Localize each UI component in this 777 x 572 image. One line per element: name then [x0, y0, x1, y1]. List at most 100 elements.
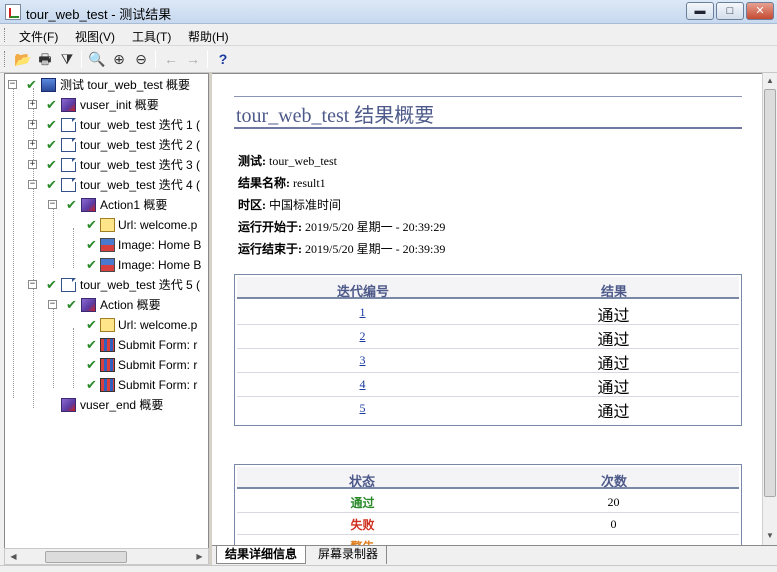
image-icon — [100, 238, 115, 252]
check-icon: ✔ — [86, 377, 97, 392]
iteration-link[interactable]: 4 — [237, 377, 488, 392]
scroll-left-icon[interactable]: ◀ — [6, 550, 21, 564]
iteration-icon — [61, 278, 76, 292]
tree-node[interactable]: ✔ Url: welcome.p — [68, 216, 208, 234]
iteration-link[interactable]: 2 — [237, 329, 488, 344]
info-value: 2019/5/20 星期一 - 20:39:39 — [305, 242, 446, 256]
tree-node[interactable]: − ✔ Action1 概要 — [48, 196, 208, 214]
tree-node[interactable]: + ✔ tour_web_test 迭代 2 ( — [28, 136, 208, 154]
forward-icon[interactable]: → — [182, 49, 204, 69]
expand-icon[interactable]: + — [28, 140, 37, 149]
check-icon: ✔ — [46, 177, 57, 192]
tree-node[interactable]: ✔ Submit Form: r — [68, 356, 208, 374]
iterations-table: 迭代编号 结果 1 通过 2 通过 3 通过 4 通过 5 通过 — [234, 274, 742, 426]
tree-node[interactable]: ✔ Submit Form: r — [68, 336, 208, 354]
minimize-button[interactable]: ▬ — [686, 2, 714, 20]
toolbar-separator — [81, 50, 82, 68]
scroll-right-icon[interactable]: ▶ — [192, 550, 207, 564]
collapse-icon[interactable]: − — [28, 180, 37, 189]
help-icon[interactable]: ? — [212, 49, 234, 69]
info-label: 运行结束于: — [238, 242, 302, 256]
close-button[interactable]: ✕ — [746, 2, 774, 20]
info-label: 时区: — [238, 198, 266, 212]
table-row: 1 通过 — [237, 301, 739, 325]
expand-icon[interactable]: + — [28, 120, 37, 129]
expand-icon[interactable]: + — [28, 100, 37, 109]
collapse-icon[interactable]: − — [48, 200, 57, 209]
check-icon: ✔ — [46, 157, 57, 172]
content-vertical-scrollbar[interactable]: ▲ ▼ — [762, 73, 777, 545]
scrollbar-thumb[interactable] — [764, 89, 776, 497]
collapse-icon[interactable]: − — [28, 280, 37, 289]
tree-node[interactable]: ✔ Image: Home B — [68, 236, 208, 254]
print-icon[interactable]: 🖶 — [34, 49, 56, 69]
tree-node[interactable]: ✔ Submit Form: r — [68, 376, 208, 394]
info-value: 中国标准时间 — [269, 198, 342, 212]
zoom-out-icon[interactable]: ⊖ — [130, 49, 152, 69]
toolbar-grip — [4, 51, 7, 67]
iteration-icon — [61, 138, 76, 152]
collapse-icon[interactable]: − — [8, 80, 17, 89]
status-warning: 警告 — [237, 538, 488, 545]
run-end-row: 运行结束于: 2019/5/20 星期一 - 20:39:39 — [238, 240, 445, 257]
tree-node-root[interactable]: − ✔ 测试 tour_web_test 概要 — [8, 76, 208, 94]
back-icon[interactable]: ← — [160, 49, 182, 69]
scrollbar-thumb[interactable] — [45, 551, 127, 563]
expand-icon[interactable]: + — [28, 160, 37, 169]
check-icon: ✔ — [66, 197, 77, 212]
tree-line — [53, 308, 54, 388]
tree-node[interactable]: + ✔ tour_web_test 迭代 1 ( — [28, 116, 208, 134]
iteration-result: 通过 — [597, 380, 630, 397]
toolbar-separator — [155, 50, 156, 68]
title-bar: tour_web_test - 测试结果 ▬ □ ✕ — [0, 0, 777, 24]
iteration-link[interactable]: 1 — [237, 305, 488, 320]
image-icon — [100, 258, 115, 272]
table-row: 4 通过 — [237, 373, 739, 397]
tree-node[interactable]: ✔ Url: welcome.p — [68, 316, 208, 334]
check-icon: ✔ — [86, 237, 97, 252]
menu-view[interactable]: 视图(V) — [72, 27, 118, 46]
table-row: 警告 — [237, 535, 739, 545]
menu-tools[interactable]: 工具(T) — [129, 27, 174, 46]
tree-node[interactable]: − ✔ Action 概要 — [48, 296, 208, 314]
iteration-link[interactable]: 3 — [237, 353, 488, 368]
info-value: 2019/5/20 星期一 - 20:39:29 — [305, 220, 446, 234]
column-header: 迭代编号 — [337, 284, 390, 299]
test-icon — [41, 78, 56, 92]
tab-screen-recorder[interactable]: 屏幕录制器 — [310, 546, 388, 564]
form-icon — [100, 358, 115, 372]
tree-node[interactable]: vuser_end 概要 — [28, 396, 208, 414]
tree-line — [13, 88, 14, 398]
menu-help[interactable]: 帮助(H) — [185, 27, 232, 46]
open-folder-icon[interactable]: 📂 — [12, 49, 34, 69]
tree-node-label: tour_web_test 迭代 2 ( — [80, 138, 201, 152]
info-label: 结果名称: — [238, 176, 290, 190]
iteration-result: 通过 — [597, 404, 630, 421]
form-icon — [100, 338, 115, 352]
tree-node[interactable]: + ✔ tour_web_test 迭代 3 ( — [28, 156, 208, 174]
tree-node[interactable]: + ✔ vuser_init 概要 — [28, 96, 208, 114]
maximize-button[interactable]: □ — [716, 2, 744, 20]
url-icon — [100, 218, 115, 232]
results-tree[interactable]: − ✔ 测试 tour_web_test 概要 + ✔ vuser_init 概… — [4, 73, 209, 565]
collapse-icon[interactable]: − — [48, 300, 57, 309]
zoom-in-icon[interactable]: ⊕ — [108, 49, 130, 69]
filter-icon[interactable]: ⧩ — [56, 49, 78, 69]
tree-node-label: Submit Form: r — [118, 338, 198, 352]
tree-horizontal-scrollbar[interactable]: ◀ ▶ — [4, 548, 209, 565]
toolbar-separator — [207, 50, 208, 68]
tab-result-details[interactable]: 结果详细信息 — [216, 546, 307, 564]
table-row: 3 通过 — [237, 349, 739, 373]
status-count: 20 — [607, 495, 620, 509]
tree-node[interactable]: − ✔ tour_web_test 迭代 5 ( — [28, 276, 208, 294]
find-icon[interactable]: 🔍 — [86, 49, 108, 69]
scroll-down-icon[interactable]: ▼ — [763, 529, 777, 543]
tree-node-label: Url: welcome.p — [118, 318, 198, 332]
tree-node[interactable]: − ✔ tour_web_test 迭代 4 ( — [28, 176, 208, 194]
menu-file[interactable]: 文件(F) — [16, 27, 61, 46]
table-row: 通过 20 — [237, 491, 739, 513]
iteration-link[interactable]: 5 — [237, 401, 488, 416]
tree-node[interactable]: ✔ Image: Home B — [68, 256, 208, 274]
scroll-up-icon[interactable]: ▲ — [763, 74, 777, 88]
bottom-tabs: 结果详细信息 屏幕录制器 — [212, 545, 777, 565]
